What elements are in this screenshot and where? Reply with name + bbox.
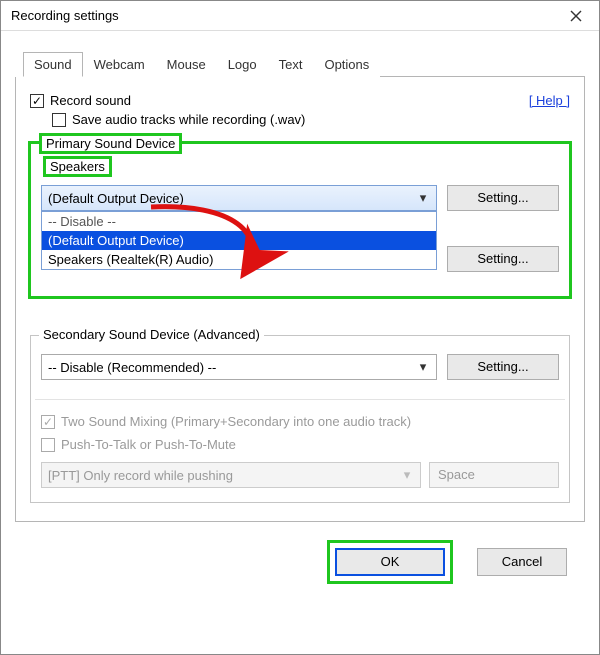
speakers-label: Speakers: [43, 156, 112, 177]
list-item-disable[interactable]: -- Disable --: [42, 212, 436, 231]
button-secondary-setting[interactable]: Setting...: [447, 354, 559, 380]
tab-sound[interactable]: Sound: [23, 52, 83, 77]
legend-primary: Primary Sound Device: [39, 133, 182, 154]
tab-options[interactable]: Options: [313, 52, 380, 77]
label-save-wav: Save audio tracks while recording (.wav): [72, 112, 305, 127]
ok-highlight: OK: [327, 540, 453, 584]
content-area: Sound Webcam Mouse Logo Text Options Rec…: [1, 31, 599, 600]
fieldset-primary: Primary Sound Device Speakers (Default O…: [30, 143, 570, 297]
dropdown-secondary-value: -- Disable (Recommended) --: [48, 360, 216, 375]
checkbox-record-sound[interactable]: [30, 94, 44, 108]
chevron-down-icon: ▾: [416, 359, 430, 375]
dialog-window: Recording settings Sound Webcam Mouse Lo…: [0, 0, 600, 655]
tab-logo[interactable]: Logo: [217, 52, 268, 77]
label-two-sound: Two Sound Mixing (Primary+Secondary into…: [61, 414, 411, 429]
fieldset-secondary: Secondary Sound Device (Advanced) -- Dis…: [30, 335, 570, 503]
dropdown-secondary[interactable]: -- Disable (Recommended) -- ▾: [41, 354, 437, 380]
close-button[interactable]: [559, 4, 593, 28]
tab-text[interactable]: Text: [268, 52, 314, 77]
help-link[interactable]: [ Help ]: [529, 93, 570, 108]
checkbox-save-wav[interactable]: [52, 113, 66, 127]
label-ptt: Push-To-Talk or Push-To-Mute: [61, 437, 236, 452]
checkbox-two-sound: [41, 415, 55, 429]
button-speakers-setting[interactable]: Setting...: [447, 185, 559, 211]
dropdown-ptt-value: [PTT] Only record while pushing: [48, 468, 233, 483]
ok-button[interactable]: OK: [335, 548, 445, 576]
chevron-down-icon: ▾: [416, 190, 430, 206]
cancel-button[interactable]: Cancel: [477, 548, 567, 576]
label-record-sound: Record sound: [50, 93, 131, 108]
window-title: Recording settings: [11, 8, 119, 23]
dialog-footer: OK Cancel: [15, 522, 585, 600]
tab-mouse[interactable]: Mouse: [156, 52, 217, 77]
chevron-down-icon: ▾: [400, 467, 414, 483]
dropdown-ptt-mode: [PTT] Only record while pushing ▾: [41, 462, 421, 488]
button-mic-setting[interactable]: Setting...: [447, 246, 559, 272]
ptt-key-field: Space: [429, 462, 559, 488]
dropdown-speakers[interactable]: (Default Output Device) ▾: [41, 185, 437, 211]
checkbox-ptt: [41, 438, 55, 452]
dropdown-speakers-value: (Default Output Device): [48, 191, 184, 206]
tab-pane-sound: Record sound [ Help ] Save audio tracks …: [15, 77, 585, 522]
tab-strip: Sound Webcam Mouse Logo Text Options: [23, 51, 585, 77]
close-icon: [570, 10, 582, 22]
titlebar: Recording settings: [1, 1, 599, 31]
tab-webcam[interactable]: Webcam: [83, 52, 156, 77]
legend-secondary: Secondary Sound Device (Advanced): [39, 327, 264, 342]
